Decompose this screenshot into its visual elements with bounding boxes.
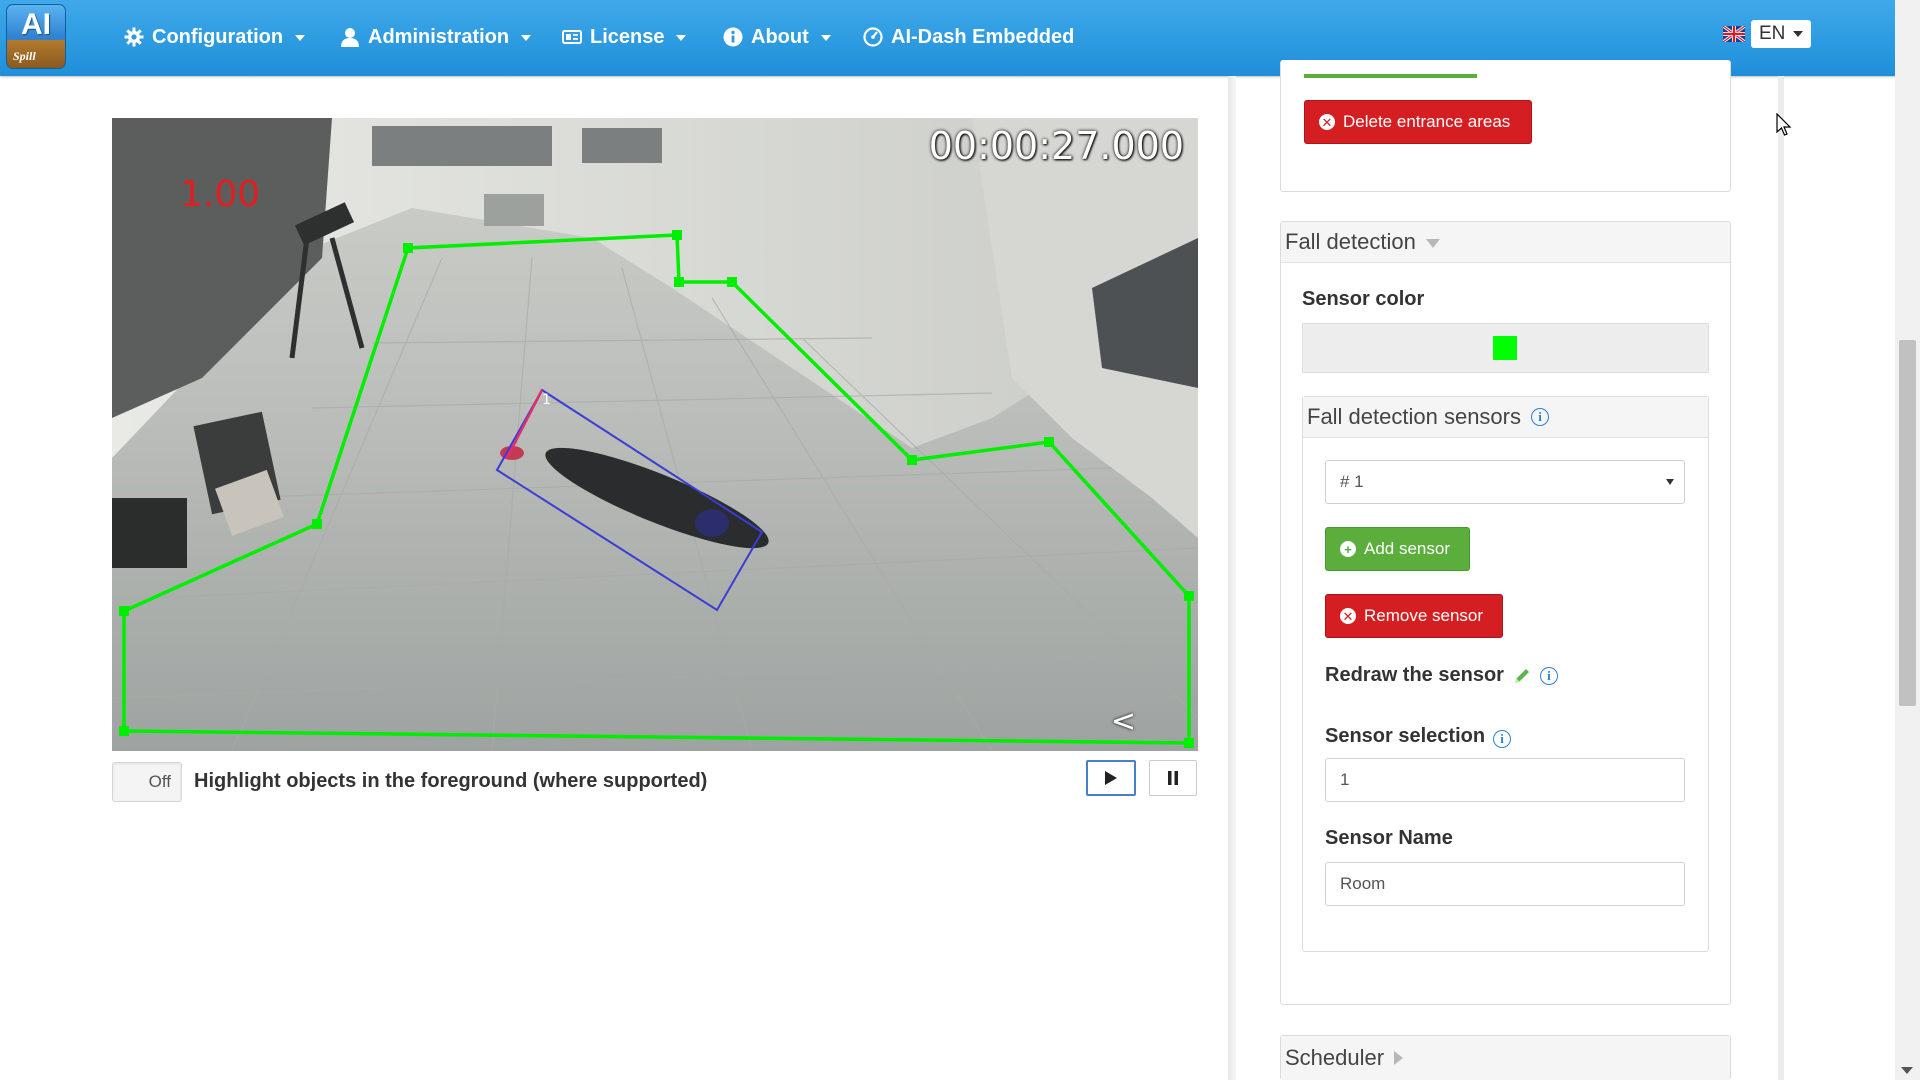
scheduler-panel: Scheduler [1280,1035,1731,1080]
sensor-name-input[interactable]: Room [1325,862,1685,906]
chevron-down-icon [820,35,831,41]
pause-icon [1168,771,1178,785]
logo-subtext: Spill [13,49,36,63]
redraw-sensor-label: Redraw the sensor [1325,664,1504,686]
nav-configuration-label: Configuration [152,25,284,48]
fall-detection-header[interactable]: Fall detection [1281,222,1730,263]
chevron-down-icon [1793,31,1804,37]
sensor-name-label: Sensor Name [1325,827,1453,849]
video-timecode: 00:00:27.000 [928,124,1184,168]
object-id-label: 1 [542,392,551,408]
info-icon[interactable]: i [1539,666,1558,685]
sensor-color-label: Sensor color [1302,288,1424,311]
scrollbar-thumb[interactable] [1899,340,1916,706]
nav-about[interactable]: About [723,24,831,50]
delete-entrance-label: Delete entrance areas [1343,112,1511,131]
fall-detection-title: Fall detection [1285,229,1416,254]
highlight-toggle-label: Highlight objects in the foreground (whe… [194,770,708,792]
sensor-selection-value: 1 [1340,770,1350,789]
scroll-down-arrow-icon[interactable] [1901,1067,1913,1074]
info-icon[interactable]: i [1493,730,1512,748]
nav-license[interactable]: License [562,24,687,50]
highlight-toggle[interactable]: Off [112,762,182,802]
entrance-panel: ✕ Delete entrance areas [1280,60,1731,192]
close-icon: ✕ [1340,608,1356,624]
add-entrance-button-edge[interactable] [1304,74,1477,78]
scheduler-title: Scheduler [1285,1045,1385,1070]
redraw-sensor-row: Redraw the sensor i [1325,664,1558,687]
chevron-down-icon [295,35,306,41]
nav-ai-dash-label: AI-Dash Embedded [891,25,1075,48]
info-icon[interactable]: i [1531,408,1549,426]
chevron-down-icon [1666,479,1674,485]
app-logo[interactable]: AI Spill [6,4,66,69]
nav-configuration[interactable]: Configuration [124,24,306,50]
sensor-select[interactable]: # 1 [1325,460,1685,504]
fall-detection-sensors-title: Fall detection sensors [1307,404,1521,429]
language-dropdown[interactable]: EN [1751,20,1811,48]
sensor-name-value: Room [1340,874,1386,893]
camera-scene: 1 [112,118,1198,751]
chevron-down-icon [521,35,532,41]
caret-down-icon [1425,239,1440,248]
add-sensor-button[interactable]: + Add sensor [1325,527,1470,571]
id-card-icon [562,30,582,44]
nav-administration-label: Administration [368,25,510,48]
fall-detection-sensors-header: Fall detection sensors i [1303,397,1708,438]
sensor-selection-row: Sensor selection i [1325,724,1512,748]
nav-license-label: License [590,25,665,48]
column-edge [1778,76,1784,1080]
info-circle-icon [723,27,743,47]
caret-right-icon [1394,1051,1404,1065]
sensor-select-value: # 1 [1340,472,1364,491]
add-sensor-label: Add sensor [1364,539,1450,558]
video-score: 1.00 [180,174,261,215]
user-icon [341,28,359,47]
nav-about-label: About [751,25,809,48]
language-value: EN [1759,23,1786,44]
mouse-cursor-icon [1776,113,1792,136]
video-frame[interactable]: 1 00:00:27.000 1.00 < [112,118,1198,751]
sensor-selection-input[interactable]: 1 [1325,758,1685,802]
sensor-name-row: Sensor Name [1325,827,1453,850]
delete-entrance-areas-button[interactable]: ✕ Delete entrance areas [1304,100,1532,144]
sensor-selection-label: Sensor selection [1325,724,1486,747]
close-icon: ✕ [1319,114,1335,130]
scheduler-header[interactable]: Scheduler [1281,1036,1730,1080]
sensor-color-swatch[interactable] [1493,336,1517,360]
sensor-color-label-text: Sensor color [1302,288,1425,310]
nav-ai-dash-embedded[interactable]: AI-Dash Embedded [863,24,1074,50]
remove-sensor-label: Remove sensor [1364,606,1484,625]
uk-flag-icon [1723,26,1745,42]
toggle-state: Off [148,772,171,791]
language-selector[interactable]: EN [1723,19,1811,49]
plus-icon: + [1340,541,1356,557]
dashboard-icon [863,27,883,47]
nav-administration[interactable]: Administration [340,24,532,50]
pause-button[interactable] [1149,760,1197,796]
play-icon [1105,771,1117,785]
gear-icon [124,27,144,47]
remove-sensor-button[interactable]: ✕ Remove sensor [1325,594,1503,638]
logo-text: AI [21,8,51,41]
overlay-glyph: < [1110,704,1136,739]
sensor-color-picker[interactable] [1302,323,1709,373]
column-divider [1228,76,1236,1080]
play-button[interactable] [1086,760,1136,796]
chevron-down-icon [676,35,687,41]
pencil-icon[interactable] [1512,666,1532,686]
